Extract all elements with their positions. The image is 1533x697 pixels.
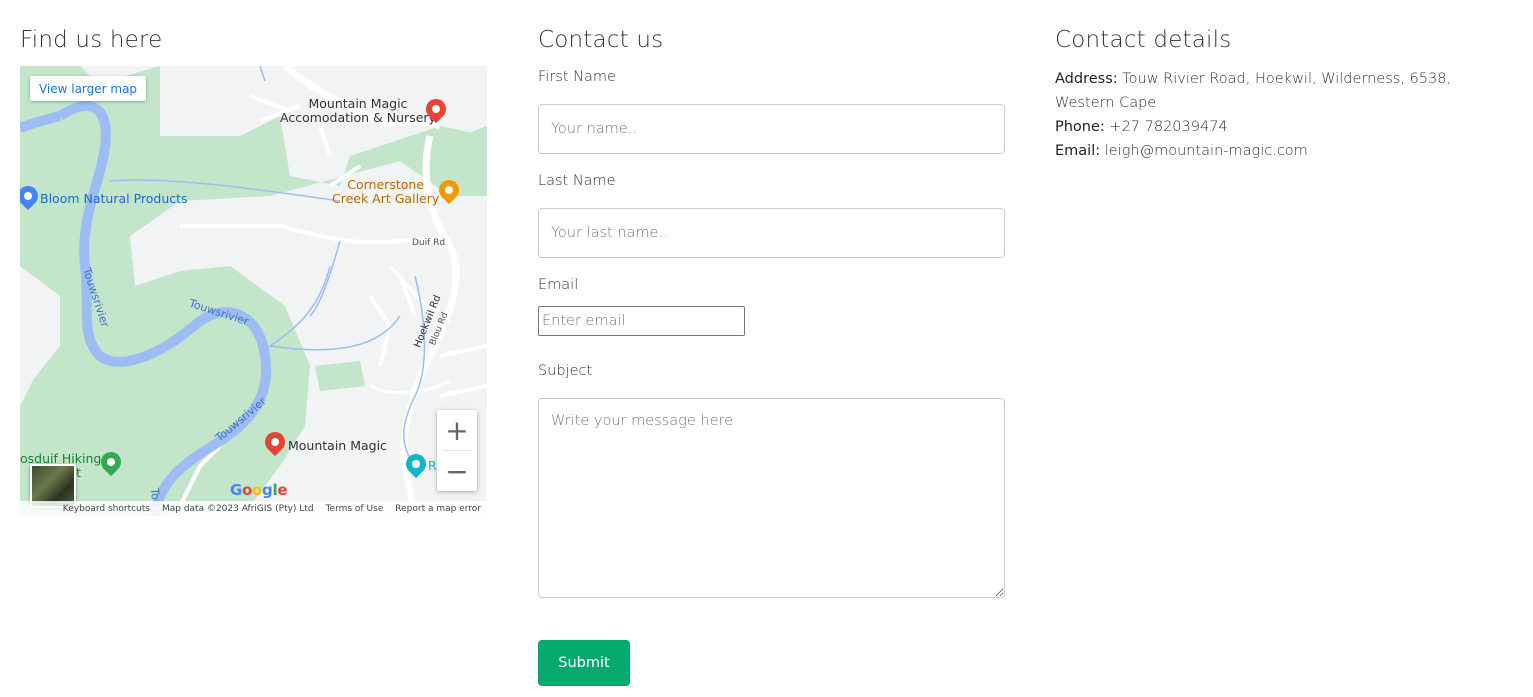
email-label: Email xyxy=(538,277,579,293)
place-bloom[interactable]: Bloom Natural Products xyxy=(40,192,188,206)
map-footer: Keyboard shortcuts Map data ©2023 AfriGI… xyxy=(20,501,487,516)
last-name-input[interactable] xyxy=(538,208,1005,258)
embedded-map[interactable]: View larger map Mountain Magic Accomodat… xyxy=(20,66,487,516)
email-input[interactable] xyxy=(538,306,745,336)
first-name-input[interactable] xyxy=(538,104,1005,154)
map-data-attribution: Map data ©2023 AfriGIS (Pty) Ltd xyxy=(161,503,314,514)
email-value: leigh@mountain-magic.com xyxy=(1104,143,1308,159)
google-logo: Google xyxy=(230,481,288,499)
phone-value: +27 782039474 xyxy=(1109,119,1228,135)
place-label-line: Accomodation & Nursery xyxy=(280,110,436,125)
address-label: Address: xyxy=(1055,71,1118,87)
details-heading: Contact details xyxy=(1055,27,1232,53)
terms-of-use-link[interactable]: Terms of Use xyxy=(320,504,390,514)
road-label: Duif Rd xyxy=(412,238,446,248)
email-label: Email: xyxy=(1055,143,1101,159)
zoom-in-button[interactable]: + xyxy=(437,410,477,450)
subject-label: Subject xyxy=(538,363,593,379)
place-label-line: Creek Art Gallery xyxy=(332,191,440,206)
place-cornerstone[interactable]: Cornerstone Creek Art Gallery xyxy=(332,178,439,206)
place-mountain-magic[interactable]: Mountain Magic xyxy=(288,439,387,453)
report-map-error-link[interactable]: Report a map error xyxy=(389,504,487,514)
contact-heading: Contact us xyxy=(538,27,664,53)
place-mountain-magic-nursery[interactable]: Mountain Magic Accomodation & Nursery xyxy=(280,97,436,125)
details-block: Address: Touw Rivier Road, Hoekwil, Wild… xyxy=(1055,67,1510,163)
email-row: Email: leigh@mountain-magic.com xyxy=(1055,139,1510,163)
subject-textarea[interactable] xyxy=(538,398,1005,598)
zoom-out-button[interactable]: − xyxy=(437,451,477,491)
first-name-label: First Name xyxy=(538,69,616,85)
address-row: Address: Touw Rivier Road, Hoekwil, Wild… xyxy=(1055,67,1510,115)
zoom-control: + − xyxy=(437,410,477,491)
map-heading: Find us here xyxy=(20,27,163,53)
last-name-label: Last Name xyxy=(538,173,616,189)
submit-button[interactable]: Submit xyxy=(538,640,630,686)
keyboard-shortcuts-link[interactable]: Keyboard shortcuts xyxy=(57,504,156,514)
phone-row: Phone: +27 782039474 xyxy=(1055,115,1510,139)
phone-label: Phone: xyxy=(1055,119,1105,135)
place-label-line: Mountain Magic xyxy=(308,96,408,111)
place-label-line: Cornerstone xyxy=(347,177,424,192)
view-larger-map-button[interactable]: View larger map xyxy=(30,76,146,101)
